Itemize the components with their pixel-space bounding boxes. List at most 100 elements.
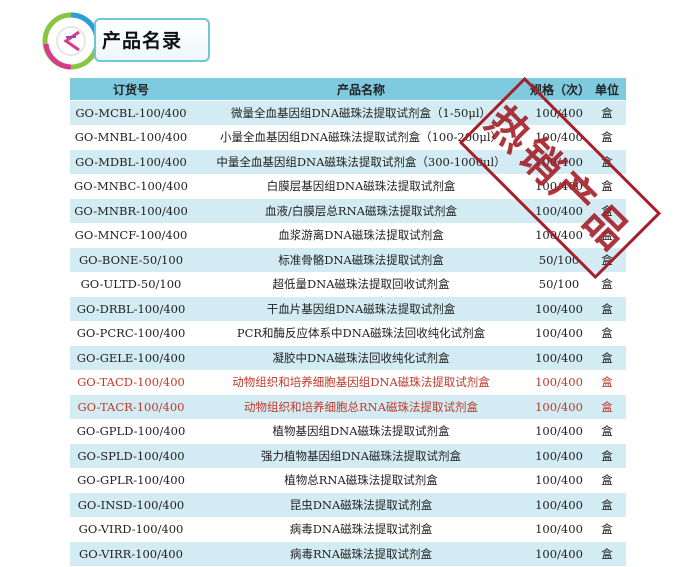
cell-spec: 100/400 xyxy=(530,125,588,150)
cell-code: GO-BONE-50/100 xyxy=(70,247,192,273)
table-row: GO-VIRR-100/400 病毒RNA磁珠法提取试剂盒 100/400 盒 xyxy=(70,541,626,567)
cell-name: 血液/白膜层总RNA磁珠法提取试剂盒 xyxy=(192,198,530,224)
cell-spec: 100/400 xyxy=(530,321,588,346)
table-row: GO-MNBC-100/400 白膜层基因组DNA磁珠法提取试剂盒 100/400 盒 xyxy=(70,174,626,199)
cell-unit: 盒 xyxy=(588,443,626,469)
cell-name: 动物组织和培养细胞总RNA磁珠法提取试剂盒 xyxy=(192,394,530,420)
cell-code: GO-MDBL-100/400 xyxy=(70,149,192,175)
table-row: GO-MNBR-100/400 血液/白膜层总RNA磁珠法提取试剂盒 100/400… xyxy=(70,198,626,224)
cell-spec: 100/400 xyxy=(530,370,588,395)
cell-name: 中量全血基因组DNA磁珠法提取试剂盒（300-1000μl） xyxy=(192,149,530,175)
table-row: GO-MCBL-100/400 微量全血基因组DNA磁珠法提取试剂盒（1-50μl… xyxy=(70,100,626,126)
cell-spec: 100/400 xyxy=(530,100,588,126)
table-row: GO-BONE-50/100 标准骨骼DNA磁珠法提取试剂盒 50/100 盒 xyxy=(70,247,626,273)
cell-unit: 盒 xyxy=(588,198,626,224)
column-header-unit: 单位 xyxy=(588,78,626,101)
cell-name: 病毒RNA磁珠法提取试剂盒 xyxy=(192,541,530,567)
cell-code: GO-ULTD-50/100 xyxy=(70,272,192,297)
cell-name: 干血片基因组DNA磁珠法提取试剂盒 xyxy=(192,296,530,322)
logo-icon xyxy=(42,12,100,70)
cell-code: GO-INSD-100/400 xyxy=(70,492,192,518)
cell-name: 植物总RNA磁珠法提取试剂盒 xyxy=(192,468,530,493)
cell-unit: 盒 xyxy=(588,247,626,273)
table-row: GO-TACD-100/400 动物组织和培养细胞基因组DNA磁珠法提取试剂盒 10… xyxy=(70,370,626,395)
cell-unit: 盒 xyxy=(588,394,626,420)
cell-code: GO-GPLR-100/400 xyxy=(70,468,192,493)
column-header-name: 产品名称 xyxy=(192,78,530,101)
table-row: GO-VIRD-100/400 病毒DNA磁珠法提取试剂盒 100/400 盒 xyxy=(70,517,626,542)
cell-unit: 盒 xyxy=(588,419,626,444)
cell-unit: 盒 xyxy=(588,345,626,371)
cell-spec: 100/400 xyxy=(530,394,588,420)
cell-code: GO-GPLD-100/400 xyxy=(70,419,192,444)
cell-name: 白膜层基因组DNA磁珠法提取试剂盒 xyxy=(192,174,530,199)
cell-name: 动物组织和培养细胞基因组DNA磁珠法提取试剂盒 xyxy=(192,370,530,395)
cell-code: GO-MNBC-100/400 xyxy=(70,174,192,199)
cell-spec: 100/400 xyxy=(530,223,588,248)
cell-spec: 50/100 xyxy=(530,247,588,273)
cell-unit: 盒 xyxy=(588,468,626,493)
table-row: GO-TACR-100/400 动物组织和培养细胞总RNA磁珠法提取试剂盒 100/… xyxy=(70,394,626,420)
cell-name: 昆虫DNA磁珠法提取试剂盒 xyxy=(192,492,530,518)
table-row: GO-PCRC-100/400 PCR和酶反应体系中DNA磁珠法回收纯化试剂盒 10… xyxy=(70,321,626,346)
cell-code: GO-GELE-100/400 xyxy=(70,345,192,371)
page-title: 产品名录 xyxy=(102,30,183,52)
cell-unit: 盒 xyxy=(588,149,626,175)
cell-code: GO-VIRR-100/400 xyxy=(70,541,192,567)
cell-name: 植物基因组DNA磁珠法提取试剂盒 xyxy=(192,419,530,444)
table-row: GO-GELE-100/400 凝胶中DNA磁珠法回收纯化试剂盒 100/400 盒 xyxy=(70,345,626,371)
cell-code: GO-MNCF-100/400 xyxy=(70,223,192,248)
table-row: GO-DRBL-100/400 干血片基因组DNA磁珠法提取试剂盒 100/400 盒 xyxy=(70,296,626,322)
product-table-wrap: 订货号 产品名称 规格（次） 单位 GO-MCBL-100/400 微量全血基因组… xyxy=(70,78,626,567)
column-header-spec: 规格（次） xyxy=(530,78,588,101)
cell-code: GO-MNBR-100/400 xyxy=(70,198,192,224)
cell-spec: 100/400 xyxy=(530,419,588,444)
cell-unit: 盒 xyxy=(588,541,626,567)
table-row: GO-ULTD-50/100 超低量DNA磁珠法提取回收试剂盒 50/100 盒 xyxy=(70,272,626,297)
table-row: GO-SPLD-100/400 强力植物基因组DNA磁珠法提取试剂盒 100/400… xyxy=(70,443,626,469)
table-row: GO-MNBL-100/400 小量全血基因组DNA磁珠法提取试剂盒（100-20… xyxy=(70,125,626,150)
cell-spec: 100/400 xyxy=(530,443,588,469)
cell-unit: 盒 xyxy=(588,223,626,248)
cell-unit: 盒 xyxy=(588,321,626,346)
cell-spec: 100/400 xyxy=(530,198,588,224)
cell-name: 病毒DNA磁珠法提取试剂盒 xyxy=(192,517,530,542)
table-row: GO-MNCF-100/400 血浆游离DNA磁珠法提取试剂盒 100/400 盒 xyxy=(70,223,626,248)
cell-spec: 100/400 xyxy=(530,174,588,199)
cell-spec: 100/400 xyxy=(530,517,588,542)
cell-name: PCR和酶反应体系中DNA磁珠法回收纯化试剂盒 xyxy=(192,321,530,346)
cell-name: 凝胶中DNA磁珠法回收纯化试剂盒 xyxy=(192,345,530,371)
cell-spec: 50/100 xyxy=(530,272,588,297)
table-row: GO-INSD-100/400 昆虫DNA磁珠法提取试剂盒 100/400 盒 xyxy=(70,492,626,518)
cell-spec: 100/400 xyxy=(530,296,588,322)
cell-spec: 100/400 xyxy=(530,492,588,518)
cell-name: 强力植物基因组DNA磁珠法提取试剂盒 xyxy=(192,443,530,469)
cell-code: GO-MCBL-100/400 xyxy=(70,100,192,126)
cell-code: GO-MNBL-100/400 xyxy=(70,125,192,150)
cell-spec: 100/400 xyxy=(530,345,588,371)
header: 产品名录 xyxy=(42,8,222,70)
table-body: GO-MCBL-100/400 微量全血基因组DNA磁珠法提取试剂盒（1-50μl… xyxy=(70,100,626,567)
cell-code: GO-DRBL-100/400 xyxy=(70,296,192,322)
cell-name: 标准骨骼DNA磁珠法提取试剂盒 xyxy=(192,247,530,273)
cell-code: GO-SPLD-100/400 xyxy=(70,443,192,469)
cell-code: GO-VIRD-100/400 xyxy=(70,517,192,542)
cell-code: GO-PCRC-100/400 xyxy=(70,321,192,346)
cell-unit: 盒 xyxy=(588,100,626,126)
product-table: 订货号 产品名称 规格（次） 单位 GO-MCBL-100/400 微量全血基因组… xyxy=(70,78,626,567)
table-row: GO-GPLD-100/400 植物基因组DNA磁珠法提取试剂盒 100/400 盒 xyxy=(70,419,626,444)
cell-name: 小量全血基因组DNA磁珠法提取试剂盒（100-200μl） xyxy=(192,125,530,150)
cell-code: GO-TACR-100/400 xyxy=(70,394,192,420)
cell-unit: 盒 xyxy=(588,125,626,150)
cell-unit: 盒 xyxy=(588,492,626,518)
cell-spec: 100/400 xyxy=(530,541,588,567)
cell-name: 超低量DNA磁珠法提取回收试剂盒 xyxy=(192,272,530,297)
cell-spec: 100/400 xyxy=(530,149,588,175)
column-header-code: 订货号 xyxy=(70,78,192,101)
table-row: GO-GPLR-100/400 植物总RNA磁珠法提取试剂盒 100/400 盒 xyxy=(70,468,626,493)
cell-unit: 盒 xyxy=(588,296,626,322)
cell-code: GO-TACD-100/400 xyxy=(70,370,192,395)
cell-name: 血浆游离DNA磁珠法提取试剂盒 xyxy=(192,223,530,248)
cell-name: 微量全血基因组DNA磁珠法提取试剂盒（1-50μl） xyxy=(192,100,530,126)
table-row: GO-MDBL-100/400 中量全血基因组DNA磁珠法提取试剂盒（300-10… xyxy=(70,149,626,175)
